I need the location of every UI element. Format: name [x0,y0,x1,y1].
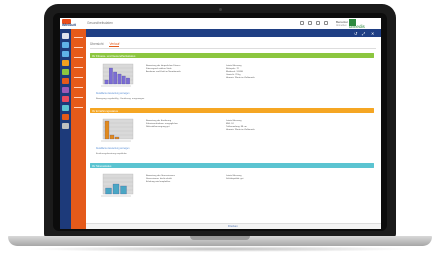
sidebar-item-reports[interactable] [62,105,69,111]
sidebar-item-messages[interactable] [62,78,69,84]
main-sidebar [60,29,71,229]
sub-sidebar [71,29,86,229]
tab-history[interactable]: Verlauf [109,42,120,47]
refresh-icon[interactable] [324,21,328,25]
chart-bar [117,73,122,85]
chart-bar [112,183,120,195]
details-link[interactable]: Detaillierte Auswertung anzeigen [96,148,129,150]
section-title: Ihr Stressstatus [92,163,112,168]
chart-bar [114,136,120,140]
divider [90,48,376,49]
section-info-left: Bewertung des Stressniveaus Stressniveau… [146,175,175,184]
laptop-shadow [26,246,414,252]
info-line: Ausdauer und Kraft im Normbereich [146,71,181,73]
info-line: Hinweis: Werte im Zielbereich [226,77,255,79]
sub-item[interactable] [74,35,83,41]
refresh-window-icon[interactable]: ↺ [354,31,357,36]
chart-bar [121,75,126,85]
chart-bar [109,134,115,140]
main-content: Übersicht Verlauf Ihr Fitness- und Gesun… [86,37,381,229]
sidebar-item-profile[interactable] [62,51,69,57]
chart-bar [105,187,112,195]
app-screen: iMelSuit Gesundheitsdaten Benutzer Abmel… [60,18,381,229]
info-line: Hinweis: Werte im Zielbereich [226,129,255,131]
chart-nutrition [96,118,134,145]
maximize-icon[interactable]: ⤢ [362,31,365,36]
section-header-fitness: Ihr Fitness- und Gesundheitsstatus [90,53,374,58]
sidebar-item-documents[interactable] [62,60,69,66]
chart-stress [96,173,134,200]
brand-logo: dimedis [349,18,381,29]
chart-bar [109,67,113,85]
chart-bar [104,79,109,85]
details-link[interactable]: Detaillierte Auswertung anzeigen [96,93,129,95]
logo-text: iMelSuit [62,23,76,27]
grid-icon[interactable] [316,21,320,25]
section-note: Ernährungsberatung empfohlen [96,153,127,155]
sub-item[interactable] [74,65,83,71]
sub-item[interactable] [74,85,83,91]
sub-item[interactable] [74,105,83,111]
tab-bar: Übersicht Verlauf [90,42,120,47]
footer-bar: Drucken [86,223,381,229]
sub-item[interactable] [74,75,83,81]
chart-bar [113,71,117,85]
settings-icon[interactable] [308,21,312,25]
user-menu[interactable]: Benutzer Abmelden [336,20,348,27]
section-info-left: Bewertung der Ernährung Kalorienaufnahme… [146,120,178,129]
info-line: Schlafqualität: gut [226,178,244,180]
logout-link[interactable]: Abmelden [336,24,348,27]
app-title: Gesundheitsdaten [87,21,113,25]
section-note: Bewegung: regelmäßig · Ernährung: ausgew… [96,98,145,100]
section-header-nutrition: Ihr Ernährungsstatus [90,108,374,113]
section-info-right: Letzte Messung Ruhepuls: 72 Blutdruck: 1… [226,65,255,80]
print-button[interactable]: Drucken [228,225,238,228]
sidebar-item-health[interactable] [62,87,69,93]
section-title: Ihr Ernährungsstatus [92,108,118,113]
section-info-left: Bewertung der körperlichen Fitness Fitne… [146,65,181,74]
sidebar-item-home[interactable] [62,33,69,39]
camera-icon [219,8,222,11]
sidebar-item-tools[interactable] [62,114,69,120]
sub-item[interactable] [74,45,83,51]
chart-bar [104,120,110,140]
info-line: Erholung wird empfohlen [146,181,171,183]
info-line: Nährstoffversorgung gut [146,126,170,128]
sidebar-item-favorites[interactable] [62,42,69,48]
section-title: Ihr Fitness- und Gesundheitsstatus [92,53,136,58]
section-header-stress: Ihr Stressstatus [90,163,374,168]
close-icon[interactable]: ✕ [371,31,374,36]
app-logo[interactable]: iMelSuit [62,19,81,28]
window-bar: ↺ ⤢ ✕ [86,29,381,37]
sidebar-item-alerts[interactable] [62,96,69,102]
toolbar-icons [300,21,328,25]
sub-item[interactable] [74,55,83,61]
sidebar-item-calendar[interactable] [62,69,69,75]
tab-overview[interactable]: Übersicht [90,42,103,47]
chart-bar [126,77,130,85]
sidebar-item-settings[interactable] [62,123,69,129]
device-scene: iMelSuit Gesundheitsdaten Benutzer Abmel… [0,0,440,257]
laptop-notch [190,236,250,240]
chart-bar [120,185,127,195]
chart-fitness [96,63,134,90]
home-icon[interactable] [300,21,304,25]
sub-item[interactable] [74,95,83,101]
section-info-right: Letzte Messung Schlafqualität: gut [226,175,243,181]
section-info-right: Letzte Messung BMI: 24 Taillenumfang: 88… [226,120,255,132]
